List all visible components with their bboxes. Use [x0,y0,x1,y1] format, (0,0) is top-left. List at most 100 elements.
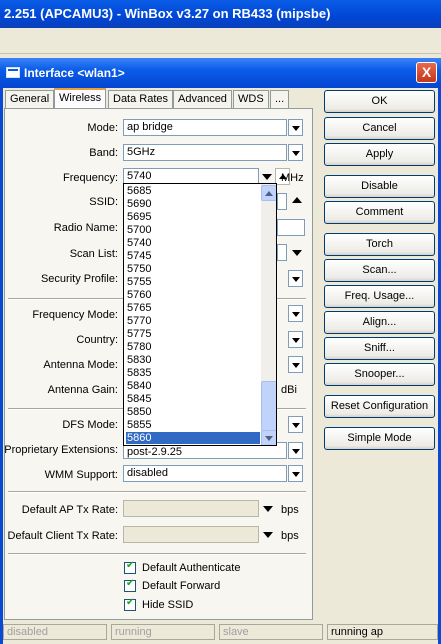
tab-more[interactable]: ... [270,90,290,108]
scan-list-input[interactable] [277,244,287,261]
tab-advanced[interactable]: Advanced [173,90,232,108]
scroll-up-icon[interactable] [261,185,276,201]
mode-select[interactable]: ap bridge [123,119,287,136]
antenna-mode-dropdown-icon[interactable] [288,356,303,373]
frequency-option[interactable]: 5830 [126,354,260,366]
ssid-input[interactable] [277,193,287,210]
frequency-option[interactable]: 5755 [126,276,260,288]
wmm-support-select[interactable]: disabled [123,465,287,482]
frequency-option[interactable]: 5845 [126,393,260,405]
wmm-support-label: WMM Support: [44,469,118,481]
close-button[interactable]: X [416,62,437,83]
frequency-option[interactable]: 5685 [126,185,260,197]
frequency-mode-dropdown-icon[interactable] [288,305,303,322]
default-authenticate-label: Default Authenticate [142,562,241,574]
default-ap-tx-rate-dropdown-icon[interactable] [262,502,274,514]
default-ap-tx-rate-label: Default AP Tx Rate: [21,504,118,516]
frequency-mode-label: Frequency Mode: [32,309,118,321]
ssid-label: SSID: [89,196,118,208]
status-slave: slave [219,624,323,640]
scroll-thumb[interactable] [261,381,276,431]
security-profile-label: Security Profile: [40,273,118,285]
frequency-option[interactable]: 5775 [126,328,260,340]
default-authenticate-checkbox[interactable] [124,560,136,574]
mode-dropdown-icon[interactable] [288,119,303,136]
dfs-mode-label: DFS Mode: [62,419,118,431]
tab-general[interactable]: General [5,90,55,108]
simple-mode-button[interactable]: Simple Mode [324,427,435,450]
frequency-option[interactable]: 5835 [126,367,260,379]
app-title-bar: 2.251 (APCAMU3) - WinBox v3.27 on RB433 … [0,0,441,28]
default-client-tx-rate-input[interactable] [123,526,259,543]
frequency-option[interactable]: 5840 [126,380,260,392]
frequency-option[interactable]: 5690 [126,198,260,210]
frequency-option[interactable]: 5750 [126,263,260,275]
freq-usage-button[interactable]: Freq. Usage... [324,285,435,308]
status-enabled: disabled [3,624,107,640]
radio-name-input[interactable] [277,219,305,236]
status-running: running [111,624,215,640]
separator [8,553,306,555]
scan-list-label: Scan List: [69,248,118,260]
dropdown-scrollbar[interactable] [261,184,276,445]
frequency-label: Frequency: [62,172,118,184]
default-client-tx-rate-dropdown-icon[interactable] [262,528,274,540]
hide-ssid-checkbox[interactable] [124,597,136,611]
separator [8,491,306,493]
frequency-option[interactable]: 5850 [126,406,260,418]
comment-button[interactable]: Comment [324,201,435,224]
window-icon [6,67,20,78]
align-button[interactable]: Align... [324,311,435,334]
torch-button[interactable]: Torch [324,233,435,256]
app-title: 2.251 (APCAMU3) - WinBox v3.27 on RB433 … [4,6,331,21]
antenna-gain-label: Antenna Gain: [47,384,118,396]
frequency-option[interactable]: 5700 [126,224,260,236]
default-forward-label: Default Forward [142,580,221,592]
ssid-collapse-icon[interactable] [291,195,303,207]
tab-wireless[interactable]: Wireless [54,88,107,109]
security-profile-dropdown-icon[interactable] [288,270,303,287]
frequency-dropdown-icon[interactable] [261,170,273,182]
default-client-tx-rate-unit: bps [281,530,299,542]
country-label: Country: [76,334,118,346]
frequency-option[interactable]: 5745 [126,250,260,262]
frequency-option[interactable]: 5860 [126,432,260,444]
default-ap-tx-rate-input[interactable] [123,500,259,517]
apply-button[interactable]: Apply [324,143,435,166]
frequency-option[interactable]: 5740 [126,237,260,249]
window-title-bar[interactable]: Interface <wlan1> X [0,58,441,88]
band-label: Band: [89,147,118,159]
reset-configuration-button[interactable]: Reset Configuration [324,395,435,418]
cancel-button[interactable]: Cancel [324,117,435,140]
band-dropdown-icon[interactable] [288,144,303,161]
dfs-mode-dropdown-icon[interactable] [288,416,303,433]
scroll-down-icon[interactable] [261,430,276,445]
wmm-support-dropdown-icon[interactable] [288,465,303,482]
tab-wds[interactable]: WDS [233,90,269,108]
frequency-option[interactable]: 5780 [126,341,260,353]
hide-ssid-label: Hide SSID [142,599,194,611]
status-mode: running ap [327,624,438,640]
proprietary-extensions-label: Proprietary Extensions: [4,444,118,456]
frequency-dropdown-list[interactable]: 5685 5690 5695 5700 5740 5745 5750 5755 5760 5765… [123,183,277,446]
scan-button[interactable]: Scan... [324,259,435,282]
frequency-option[interactable]: 5695 [126,211,260,223]
ok-button[interactable]: OK [324,90,435,113]
sniff-button[interactable]: Sniff... [324,337,435,360]
band-select[interactable]: 5GHz [123,144,287,161]
snooper-button[interactable]: Snooper... [324,363,435,386]
frequency-option[interactable]: 5760 [126,289,260,301]
antenna-gain-unit: dBi [281,384,297,396]
tab-data-rates[interactable]: Data Rates [108,90,174,108]
default-forward-checkbox[interactable] [124,578,136,592]
frequency-option[interactable]: 5770 [126,315,260,327]
frequency-option[interactable]: 5765 [126,302,260,314]
scan-list-dropdown-icon[interactable] [291,246,303,258]
frequency-option[interactable]: 5855 [126,419,260,431]
disable-button[interactable]: Disable [324,175,435,198]
proprietary-extensions-dropdown-icon[interactable] [288,442,303,459]
app-toolbar-strip [0,28,441,54]
country-dropdown-icon[interactable] [288,331,303,348]
default-client-tx-rate-label: Default Client Tx Rate: [7,530,118,542]
frequency-unit: MHz [281,172,304,184]
